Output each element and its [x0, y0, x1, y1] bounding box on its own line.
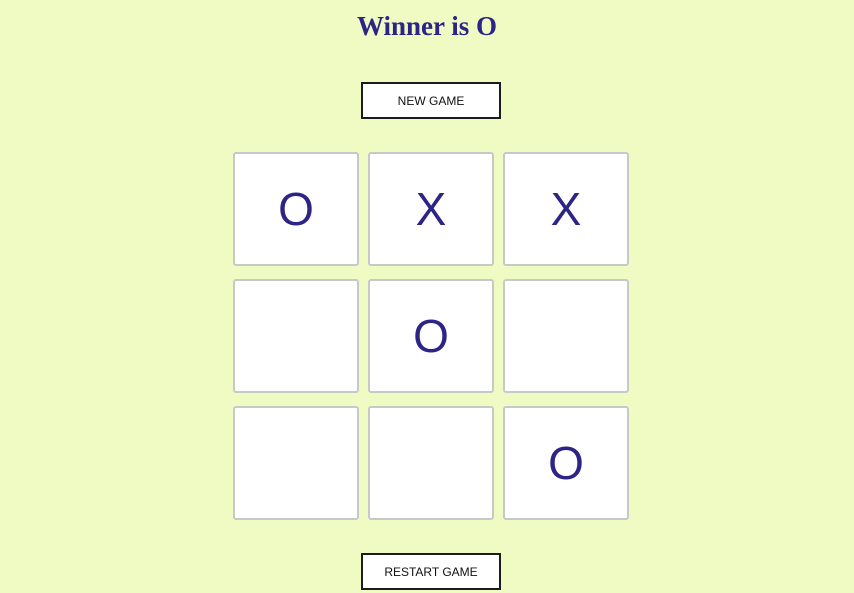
board-cell-3[interactable]: X [503, 152, 629, 266]
board-cell-2[interactable]: X [368, 152, 494, 266]
board-cell-5[interactable]: O [368, 279, 494, 393]
board-cell-1[interactable]: O [233, 152, 359, 266]
restart-game-button[interactable]: RESTART GAME [361, 553, 501, 590]
board-cell-6[interactable] [503, 279, 629, 393]
board-cell-8[interactable] [368, 406, 494, 520]
winner-title: Winner is O [356, 11, 498, 41]
game-board: O X X O O [233, 152, 630, 521]
board-cell-4[interactable] [233, 279, 359, 393]
board-cell-9[interactable]: O [503, 406, 629, 520]
board-cell-7[interactable] [233, 406, 359, 520]
new-game-button[interactable]: NEW GAME [361, 82, 501, 119]
